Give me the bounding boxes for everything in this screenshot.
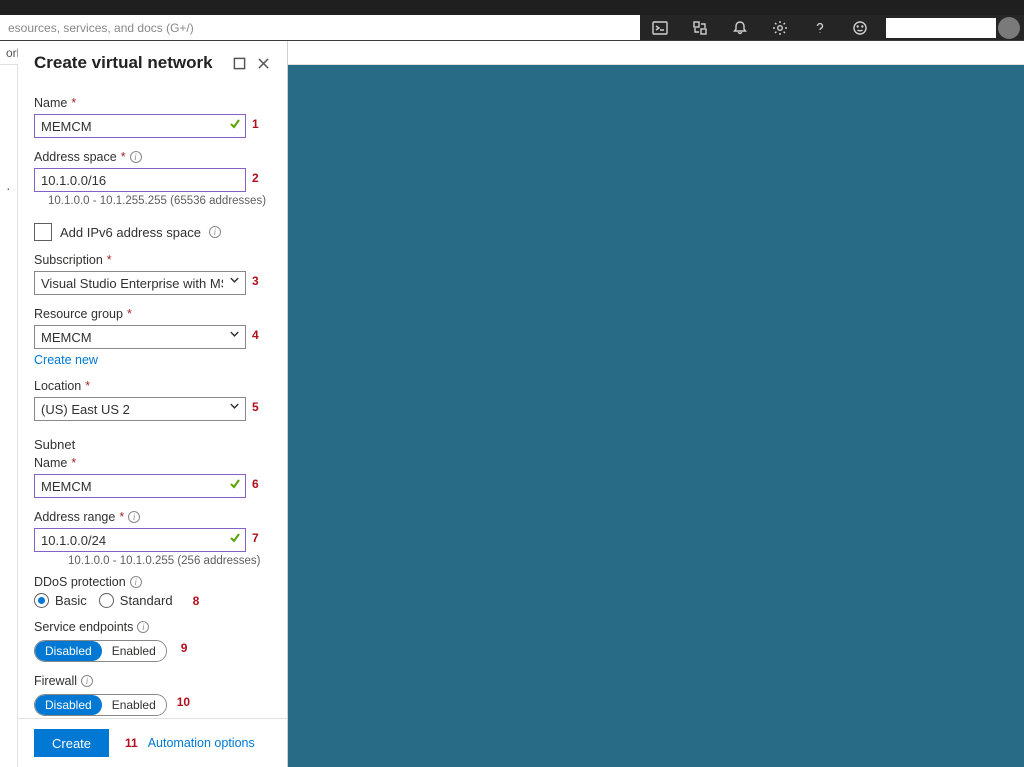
resource-group-select[interactable] [34, 325, 246, 349]
annotation-1: 1 [252, 117, 259, 131]
cloud-shell-icon[interactable] [640, 15, 680, 41]
info-icon[interactable]: i [130, 576, 142, 588]
pin-icon[interactable] [231, 55, 247, 71]
address-space-input[interactable] [34, 168, 246, 192]
annotation-2: 2 [252, 171, 259, 185]
info-icon[interactable]: i [128, 511, 140, 523]
name-label: Name* [34, 96, 271, 110]
subnet-range-label: Address range* i [34, 510, 271, 524]
subnet-range-input[interactable] [34, 528, 246, 552]
annotation-5: 5 [252, 400, 259, 414]
settings-icon[interactable] [760, 15, 800, 41]
info-icon[interactable]: i [130, 151, 142, 163]
check-icon [229, 478, 241, 490]
firewall-label: Firewall i [34, 674, 271, 688]
name-input[interactable] [34, 114, 246, 138]
annotation-6: 6 [252, 477, 259, 491]
automation-options-link[interactable]: Automation options [148, 736, 255, 750]
annotation-8: 8 [193, 594, 200, 608]
ddos-label: DDoS protection i [34, 575, 271, 589]
service-endpoints-label: Service endpoints i [34, 620, 271, 634]
ipv6-checkbox[interactable] [34, 223, 52, 241]
shell-top-bar [0, 0, 1024, 15]
create-button[interactable]: Create [34, 729, 109, 757]
close-icon[interactable] [255, 55, 271, 71]
rail-column: · [0, 41, 18, 767]
service-endpoints-enabled[interactable]: Enabled [102, 641, 166, 661]
subscription-label: Subscription* [34, 253, 271, 267]
info-icon[interactable]: i [137, 621, 149, 633]
service-endpoints-disabled[interactable]: Disabled [35, 641, 102, 661]
rail-marker: · [6, 180, 11, 196]
ddos-basic-radio[interactable] [34, 593, 49, 608]
help-icon[interactable] [800, 15, 840, 41]
info-icon[interactable]: i [81, 675, 93, 687]
firewall-enabled[interactable]: Enabled [102, 695, 166, 715]
feedback-icon[interactable] [840, 15, 880, 41]
account-display[interactable] [886, 18, 996, 38]
annotation-11: 11 [125, 736, 138, 750]
annotation-9: 9 [181, 641, 188, 655]
top-bar: esources, services, and docs (G+/) [0, 15, 1024, 41]
subnet-name-input[interactable] [34, 474, 246, 498]
blade-title: Create virtual network [34, 53, 223, 73]
firewall-toggle[interactable]: Disabled Enabled [34, 694, 167, 716]
ipv6-label: Add IPv6 address space [60, 225, 201, 240]
subnet-name-label: Name* [34, 456, 271, 470]
check-icon [229, 532, 241, 544]
topbar-icon-group [640, 15, 880, 40]
blade-footer: Create 11 Automation options [18, 718, 287, 767]
info-icon[interactable]: i [209, 226, 221, 238]
address-space-hint: 10.1.0.0 - 10.1.255.255 (65536 addresses… [48, 195, 271, 207]
firewall-disabled[interactable]: Disabled [35, 695, 102, 715]
search-placeholder-text: esources, services, and docs (G+/) [8, 21, 194, 35]
address-space-label: Address space* i [34, 150, 271, 164]
ddos-basic-label: Basic [55, 593, 87, 608]
directory-switch-icon[interactable] [680, 15, 720, 41]
service-endpoints-toggle[interactable]: Disabled Enabled [34, 640, 167, 662]
canvas-area [288, 41, 1024, 767]
blade-body[interactable]: Name* 1 Address space* i [18, 81, 287, 718]
subnet-range-hint: 10.1.0.0 - 10.1.0.255 (256 addresses) [68, 555, 271, 567]
resource-group-label: Resource group* [34, 307, 271, 321]
global-search-input[interactable]: esources, services, and docs (G+/) [0, 15, 640, 40]
annotation-4: 4 [252, 328, 259, 342]
ddos-standard-label: Standard [120, 593, 173, 608]
ddos-standard-radio[interactable] [99, 593, 114, 608]
annotation-10: 10 [177, 695, 190, 709]
check-icon [229, 118, 241, 130]
annotation-3: 3 [252, 274, 259, 288]
create-new-rg-link[interactable]: Create new [34, 353, 98, 367]
annotation-7: 7 [252, 531, 259, 545]
user-avatar[interactable] [998, 17, 1020, 39]
subscription-select[interactable] [34, 271, 246, 295]
subnet-section-title: Subnet [34, 437, 271, 452]
notifications-icon[interactable] [720, 15, 760, 41]
create-vnet-blade: Create virtual network Name* 1 [18, 41, 288, 767]
location-label: Location* [34, 379, 271, 393]
location-select[interactable] [34, 397, 246, 421]
